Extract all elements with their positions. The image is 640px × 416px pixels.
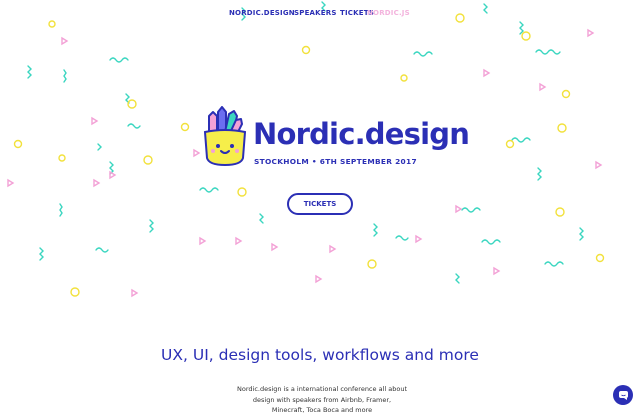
chat-bubble-icon [618,390,628,400]
pencil-cup-mascot-icon [203,106,247,166]
nav-link-nordic-design[interactable]: NORDIC.DESIGN [229,9,295,17]
intro-paragraph: Nordic.design is a international confere… [236,385,407,414]
brand-wordmark: Nordic.design [253,117,470,151]
chat-launcher-button[interactable] [613,385,633,405]
tickets-button[interactable]: TICKETS [287,193,353,215]
event-tagline: STOCKHOLM • 6TH SEPTEMBER 2017 [254,157,417,166]
nav-link-nordic-js[interactable]: NORDIC.JS [367,9,410,17]
section-title: UX, UI, design tools, workflows and more [161,346,479,364]
nav-link-speakers[interactable]: SPEAKERS [294,9,337,17]
